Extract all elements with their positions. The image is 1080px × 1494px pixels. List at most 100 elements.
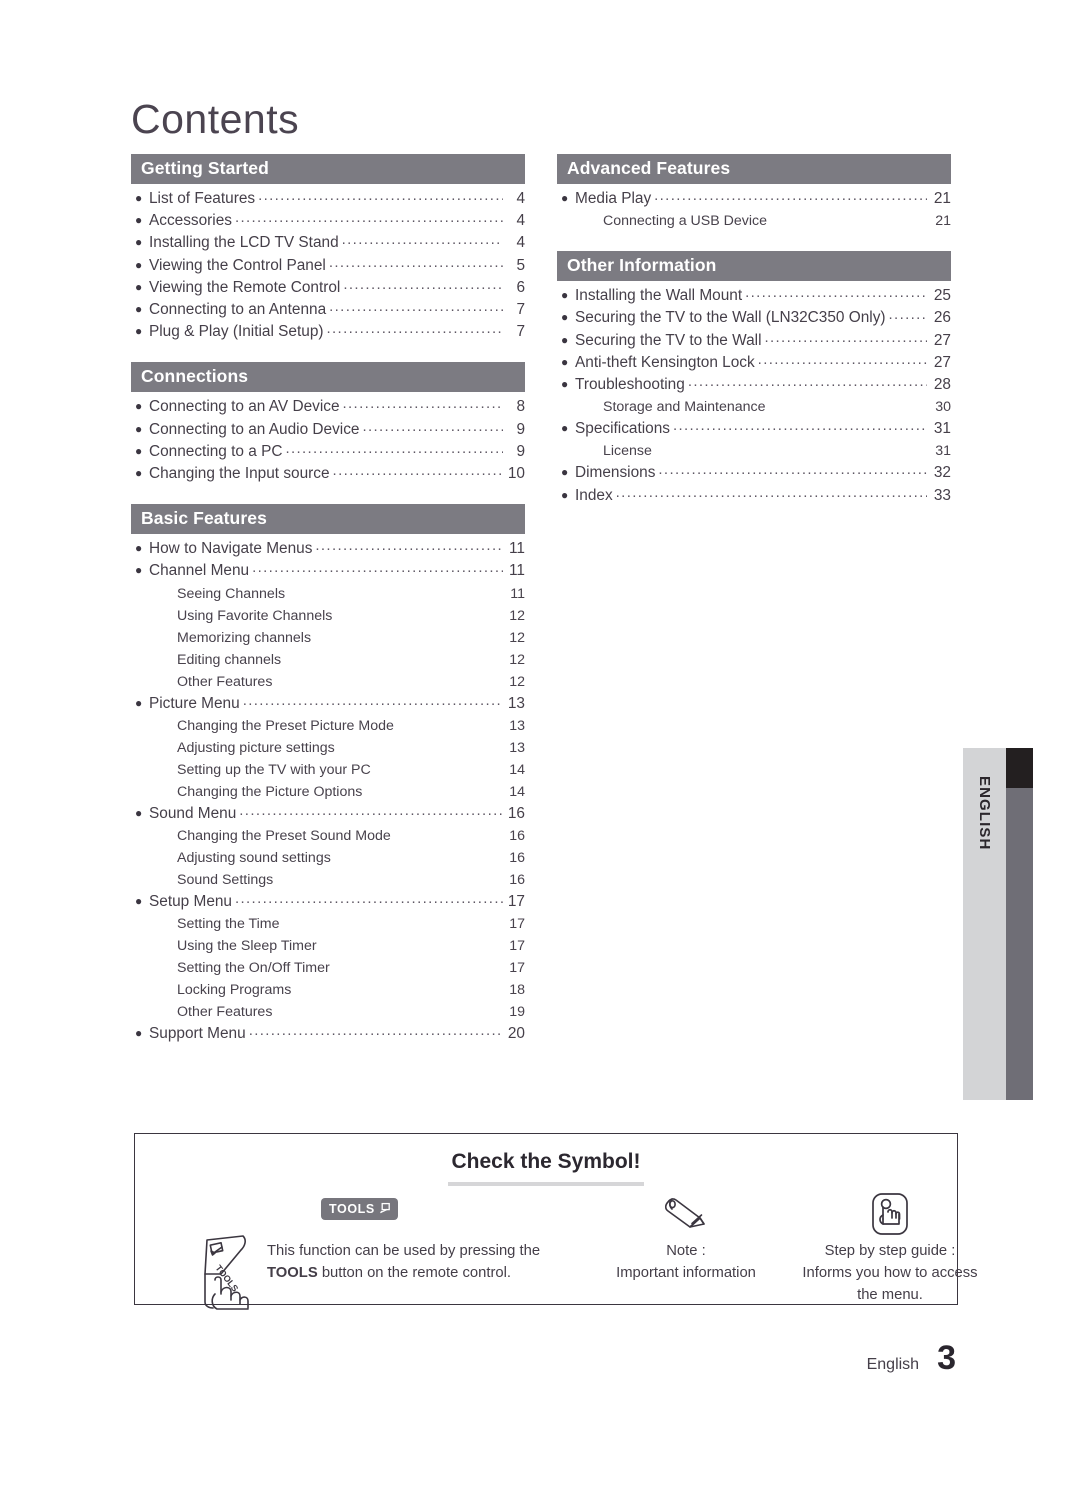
toc-entry-page-number: 32 bbox=[933, 464, 951, 482]
step-guide-label: Step by step guide : bbox=[824, 1243, 956, 1259]
toc-entry-title: Connecting to a PC bbox=[149, 442, 283, 460]
symbol-cell-tools: TOOLS TOOLS This function can be used by… bbox=[153, 1190, 573, 1310]
toc-entry-page-number: 11 bbox=[510, 585, 525, 602]
toc-section-header: Advanced Features bbox=[557, 154, 951, 184]
toc-entry-page-number: 4 bbox=[516, 190, 525, 207]
toc-column-left: Getting Started ● List of Features........… bbox=[131, 154, 525, 1064]
toc-entry-page-number: 31 bbox=[933, 420, 951, 438]
toc-entry-page-number: 33 bbox=[933, 486, 951, 504]
bullet-icon: ● bbox=[135, 443, 143, 458]
toc-entry-page-number: 4 bbox=[516, 234, 525, 252]
toc-entry[interactable]: ● Plug & Play (Initial Setup)............… bbox=[131, 320, 525, 343]
toc-subentry[interactable]: Connecting a USB Device.................… bbox=[557, 210, 951, 232]
symbol-box-title: Check the Symbol! bbox=[451, 1150, 641, 1173]
bullet-icon: ● bbox=[135, 1026, 143, 1041]
toc-leader-dots: ........................................… bbox=[242, 691, 503, 709]
toc-leader-dots: ........................................… bbox=[333, 954, 505, 976]
toc-entry[interactable]: ● Changing the Input source..............… bbox=[131, 462, 525, 485]
toc-leader-dots: ........................................… bbox=[365, 778, 505, 800]
toc-entry-title: License bbox=[603, 443, 652, 460]
toc-entry-page-number: 26 bbox=[933, 309, 951, 327]
toc-entry[interactable]: ● Support Menu...........................… bbox=[131, 1022, 525, 1045]
toc-entry-page-number: 20 bbox=[507, 1025, 525, 1043]
toc-entry-page-number: 18 bbox=[509, 982, 525, 999]
language-side-tab: ENGLISH bbox=[963, 748, 1033, 1100]
toc-leader-dots: ........................................… bbox=[275, 668, 505, 690]
toc-section-header: Getting Started bbox=[131, 154, 525, 184]
toc-leader-dots: ........................................… bbox=[343, 275, 503, 293]
bullet-icon: ● bbox=[561, 465, 569, 480]
toc-entry-title: Connecting a USB Device bbox=[603, 213, 768, 230]
bullet-icon: ● bbox=[135, 279, 143, 294]
toc-entry-page-number: 21 bbox=[935, 213, 951, 230]
toc-leader-dots: ........................................… bbox=[658, 461, 927, 479]
toc-entry-page-number: 31 bbox=[935, 443, 951, 460]
toc-leader-dots: ........................................… bbox=[768, 393, 927, 415]
symbol-box-title-underline bbox=[448, 1182, 644, 1186]
toc-entry-title: Index bbox=[575, 486, 613, 504]
toc-section: Getting Started ● List of Features........… bbox=[131, 154, 525, 343]
bullet-icon: ● bbox=[135, 466, 143, 481]
toc-entry-title: Setting up the TV with your PC bbox=[177, 761, 371, 778]
toc-leader-dots: ........................................… bbox=[315, 537, 503, 555]
bullet-icon: ● bbox=[561, 354, 569, 369]
tools-badge: TOOLS bbox=[321, 1198, 398, 1220]
toc-leader-dots: ........................................… bbox=[314, 624, 505, 646]
toc-entry-page-number: 11 bbox=[509, 562, 525, 580]
toc-entry-title: Securing the TV to the Wall bbox=[575, 331, 762, 349]
bullet-icon: ● bbox=[135, 399, 143, 414]
toc-entry-title: Editing channels bbox=[177, 651, 282, 668]
toc-entry-page-number: 9 bbox=[516, 442, 525, 460]
toc-leader-dots: ........................................… bbox=[234, 209, 503, 227]
footer-language-label: English bbox=[866, 1356, 920, 1373]
toc-leader-dots: ........................................… bbox=[338, 734, 505, 756]
toc-section-header: Connections bbox=[131, 362, 525, 393]
check-the-symbol-box: Check the Symbol! TOOLS TOOLS This funct… bbox=[134, 1133, 978, 1310]
toc-entry[interactable]: ● Index..................................… bbox=[557, 483, 951, 507]
toc-entry-page-number: 13 bbox=[507, 694, 525, 712]
toc-entry-page-number: 7 bbox=[516, 301, 525, 319]
bullet-icon: ● bbox=[135, 213, 143, 228]
note-label: Note : bbox=[666, 1243, 706, 1259]
toc-entry-page-number: 27 bbox=[933, 353, 951, 371]
toc-leader-dots: ........................................… bbox=[320, 932, 505, 954]
toc-entry-page-number: 14 bbox=[509, 761, 525, 778]
toc-entry-title: Seeing Channels bbox=[177, 585, 286, 602]
toc-entry-page-number: 10 bbox=[507, 465, 525, 483]
toc-entry-title: Adjusting picture settings bbox=[177, 739, 335, 756]
toc-entry-page-number: 17 bbox=[509, 960, 525, 977]
toc-entry-page-number: 25 bbox=[933, 287, 951, 305]
toc-leader-dots: ........................................… bbox=[294, 976, 505, 998]
tools-description-keyword: TOOLS bbox=[267, 1265, 318, 1281]
bullet-icon: ● bbox=[135, 894, 143, 909]
toc-leader-dots: ........................................… bbox=[235, 890, 503, 908]
toc-leader-dots: ........................................… bbox=[764, 328, 928, 346]
toc-entry-title: Media Play bbox=[575, 190, 652, 207]
toc-leader-dots: ........................................… bbox=[283, 910, 505, 932]
remote-control-hand-icon: TOOLS bbox=[195, 1234, 265, 1315]
toc-entry-page-number: 30 bbox=[935, 399, 951, 416]
bullet-icon: ● bbox=[561, 377, 569, 392]
toc-entry-page-number: 12 bbox=[509, 651, 525, 668]
bullet-icon: ● bbox=[135, 563, 143, 578]
bullet-icon: ● bbox=[561, 288, 569, 303]
bullet-icon: ● bbox=[135, 695, 143, 710]
toc-leader-dots: ........................................… bbox=[687, 373, 927, 391]
toc-leader-dots: ........................................… bbox=[258, 187, 503, 204]
toc-entry-title: Using Favorite Channels bbox=[177, 607, 333, 624]
toc-entry-page-number: 11 bbox=[509, 540, 525, 558]
toc-leader-dots: ........................................… bbox=[342, 395, 503, 413]
toc-entry-page-number: 16 bbox=[509, 850, 525, 867]
toc-leader-dots: ........................................… bbox=[615, 483, 927, 501]
toc-entry-page-number: 19 bbox=[509, 1004, 525, 1021]
toc-leader-dots: ........................................… bbox=[288, 580, 505, 602]
bullet-icon: ● bbox=[135, 421, 143, 436]
side-tab-dark-marker bbox=[1006, 748, 1033, 788]
bullet-icon: ● bbox=[561, 332, 569, 347]
toc-entry-page-number: 6 bbox=[516, 278, 525, 296]
bullet-icon: ● bbox=[135, 302, 143, 317]
side-tab-gray-band bbox=[1006, 788, 1033, 1100]
toc-leader-dots: ........................................… bbox=[745, 284, 927, 302]
symbol-cell-step-guide: Step by step guide : Informs you how to … bbox=[787, 1190, 993, 1306]
toc-leader-dots: ........................................… bbox=[328, 253, 503, 271]
